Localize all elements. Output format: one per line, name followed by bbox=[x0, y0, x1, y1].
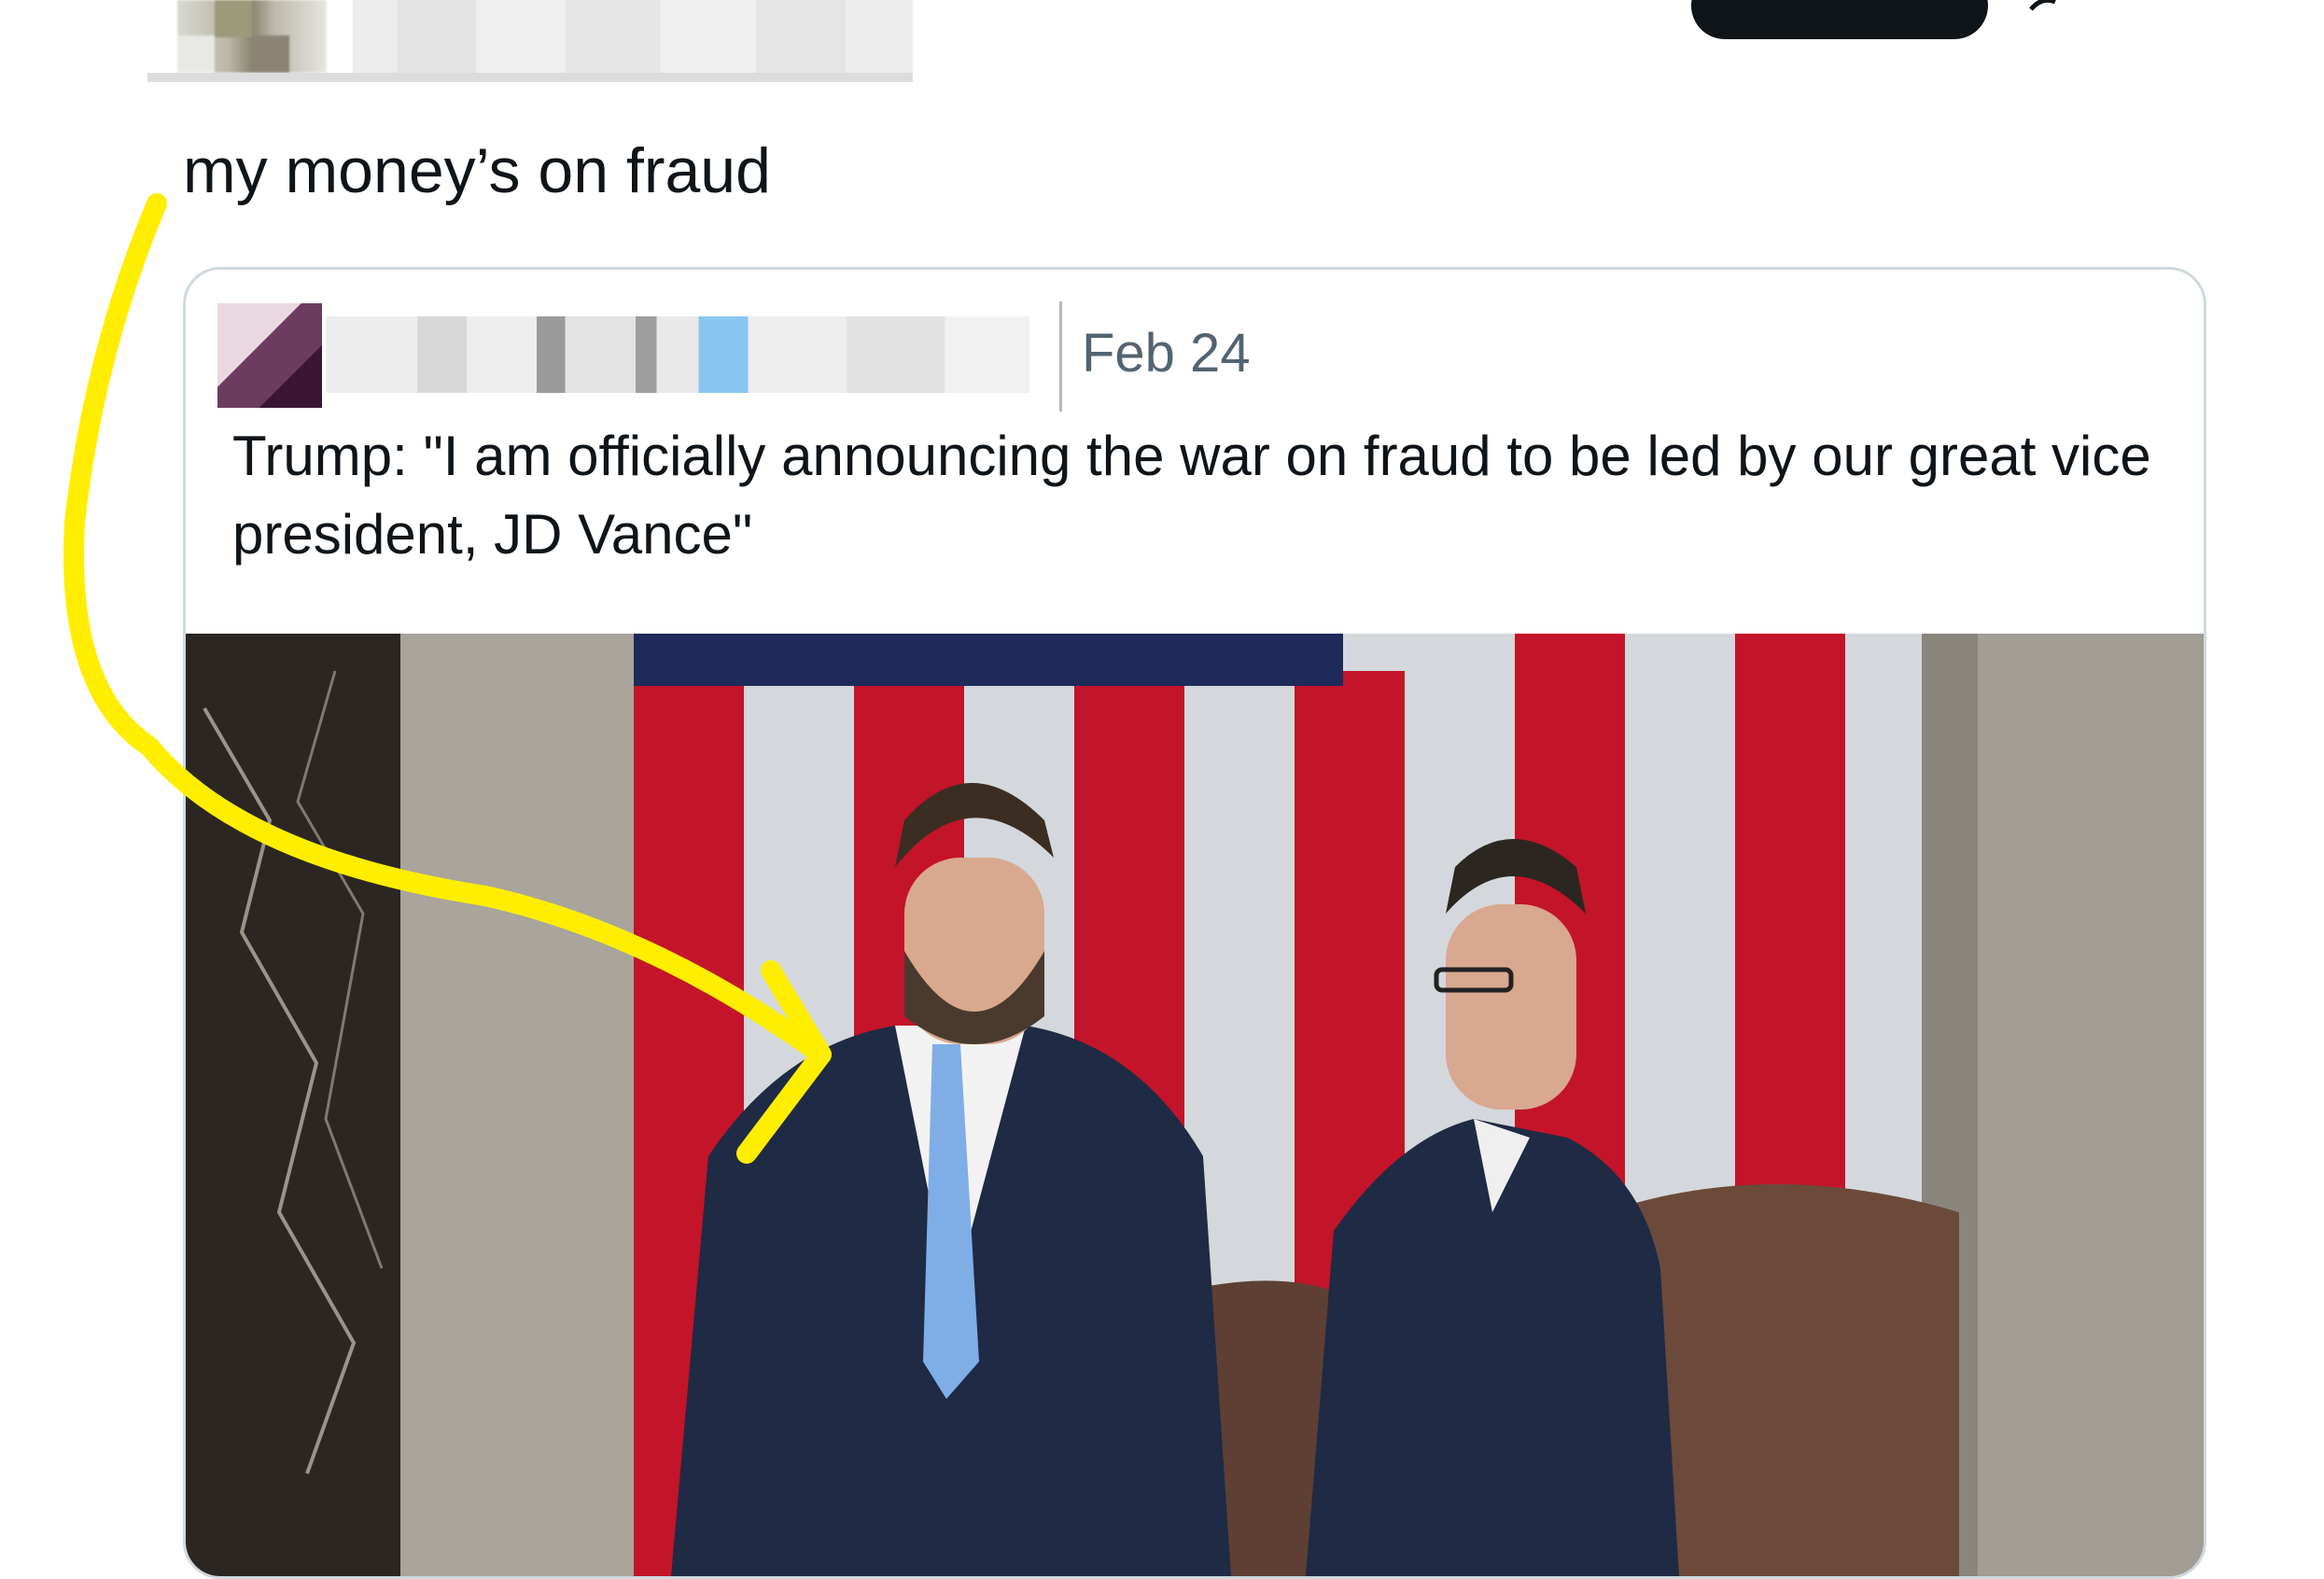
quoted-tweet-card[interactable]: Feb 24 Trump: "I am officially announcin… bbox=[183, 267, 2206, 1579]
quoted-tweet-text: Trump: "I am officially announcing the w… bbox=[232, 425, 2151, 566]
quoted-tweet-photo[interactable] bbox=[186, 634, 2204, 1576]
quoted-tweet-date[interactable]: Feb 24 bbox=[1082, 320, 1251, 387]
header-divider bbox=[147, 73, 913, 82]
quoted-author-avatar[interactable] bbox=[217, 303, 322, 408]
author-avatar[interactable] bbox=[177, 0, 327, 73]
author-name-blurred[interactable] bbox=[353, 0, 913, 73]
quoted-author-name-blurred[interactable] bbox=[326, 316, 1029, 393]
quoted-name-divider bbox=[1059, 301, 1062, 412]
tweet-text: my money’s on fraud bbox=[183, 135, 771, 206]
follow-button[interactable] bbox=[1691, 0, 1988, 39]
more-options-icon[interactable] bbox=[2023, 0, 2079, 13]
